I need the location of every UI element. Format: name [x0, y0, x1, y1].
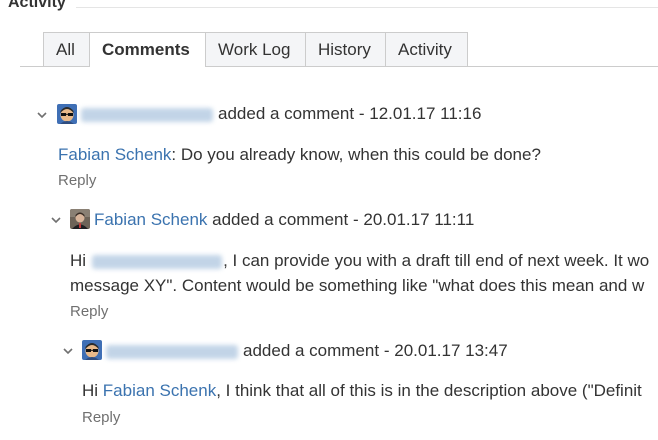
chevron-down-icon[interactable]	[50, 214, 62, 226]
tab-comments[interactable]: Comments	[89, 32, 206, 67]
comment-2-mention-redacted[interactable]	[92, 255, 222, 269]
comment-2-author[interactable]: Fabian Schenk	[94, 210, 207, 229]
chevron-down-icon[interactable]	[62, 345, 74, 357]
comment-2-line1-rest: , I can provide you with a draft till en…	[223, 251, 650, 270]
comment-2-greeting: Hi	[70, 251, 87, 270]
comment-3-reply-link[interactable]: Reply	[82, 409, 120, 426]
tab-activity[interactable]: Activity	[385, 32, 468, 66]
comment-2-action: added a comment	[212, 210, 349, 229]
comment-1-text: : Do you already know, when this could b…	[171, 145, 541, 164]
avatar-sunglasses-icon[interactable]	[82, 340, 102, 360]
comment-3-separator: -	[383, 341, 390, 360]
chevron-down-icon[interactable]	[36, 109, 48, 121]
comment-1-timestamp[interactable]: 12.01.17 11:16	[369, 104, 481, 123]
comment-1-body: Fabian Schenk: Do you already know, when…	[58, 145, 541, 165]
tab-all[interactable]: All	[43, 32, 90, 66]
avatar-photo-icon[interactable]	[70, 209, 90, 229]
comment-3-text: , I think that all of this is in the des…	[216, 381, 642, 400]
comment-1-mention[interactable]: Fabian Schenk	[58, 145, 171, 164]
tab-history[interactable]: History	[305, 32, 386, 66]
comment-3-body: Hi Fabian Schenk, I think that all of th…	[82, 381, 642, 401]
comment-1-author-redacted[interactable]	[81, 108, 213, 122]
comment-3-action: added a comment	[243, 341, 380, 360]
comment-2-header: Fabian Schenk added a comment - 20.01.17…	[94, 210, 474, 230]
comment-1-separator: -	[358, 104, 365, 123]
comment-3-greeting: Hi	[82, 381, 99, 400]
comment-1-reply-link[interactable]: Reply	[58, 172, 96, 189]
comment-2-body-line-2: message XY". Content would be something …	[70, 276, 645, 295]
tab-work-log[interactable]: Work Log	[205, 32, 306, 66]
section-title: Activity	[8, 0, 66, 11]
comment-2-reply-link[interactable]: Reply	[70, 303, 108, 320]
comment-1-header: added a comment - 12.01.17 11:16	[218, 104, 481, 124]
comment-1-action: added a comment	[218, 104, 355, 123]
comment-2-timestamp[interactable]: 20.01.17 11:11	[363, 210, 474, 229]
comment-3-timestamp[interactable]: 20.01.17 13:47	[394, 341, 507, 360]
comment-3-header: added a comment - 20.01.17 13:47	[243, 341, 508, 361]
comment-3-mention[interactable]: Fabian Schenk	[103, 381, 216, 400]
comment-3-author-redacted[interactable]	[106, 345, 238, 359]
section-title-divider	[76, 7, 658, 8]
avatar-sunglasses-icon[interactable]	[57, 104, 77, 124]
comment-2-separator: -	[352, 210, 359, 229]
